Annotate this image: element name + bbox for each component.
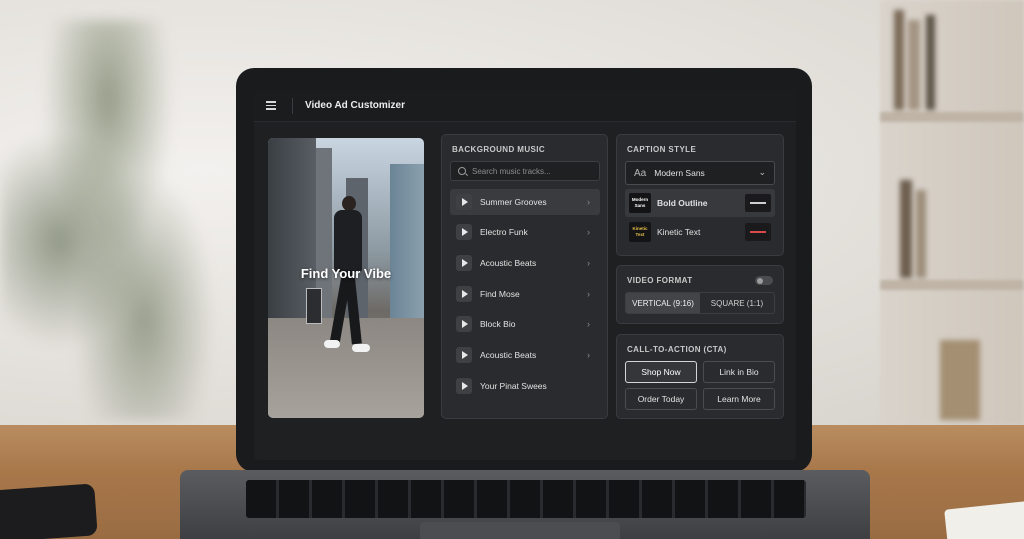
- track-label: Find Mose: [480, 289, 520, 299]
- caption-preview-swatch: [745, 194, 771, 212]
- video-preview[interactable]: Find Your Vibe: [268, 138, 424, 418]
- play-icon[interactable]: [456, 286, 472, 302]
- font-icon: Aa: [634, 167, 647, 179]
- caption-option-label: Bold Outline: [657, 198, 708, 208]
- track-label: Acoustic Beats: [480, 258, 537, 268]
- search-placeholder: Search music tracks...: [472, 166, 551, 176]
- cta-panel: CALL-TO-ACTION (CTA) Shop Now Link in Bi…: [616, 334, 784, 419]
- format-section-title: VIDEO FORMAT: [627, 276, 693, 285]
- caption-section-title: CAPTION STYLE: [627, 145, 697, 154]
- music-track-item[interactable]: Your Pinat Swees: [450, 373, 600, 399]
- caption-font-dropdown[interactable]: Aa Modern Sans ⌄: [625, 161, 775, 185]
- chevron-right-icon: ›: [587, 289, 590, 299]
- format-option-square[interactable]: SQUARE (1:1): [700, 293, 774, 313]
- cta-shop-now-button[interactable]: Shop Now: [625, 361, 697, 383]
- play-icon[interactable]: [456, 194, 472, 210]
- music-track-item[interactable]: Block Bio ›: [450, 311, 600, 337]
- play-icon[interactable]: [456, 255, 472, 271]
- building-right: [390, 164, 424, 324]
- chevron-right-icon: ›: [587, 227, 590, 237]
- cta-learn-more-button[interactable]: Learn More: [703, 388, 775, 410]
- background-bookshelf: [880, 0, 1024, 425]
- play-icon[interactable]: [456, 378, 472, 394]
- cta-section-title: CALL-TO-ACTION (CTA): [627, 345, 727, 354]
- music-section-title: BACKGROUND MUSIC: [452, 145, 546, 154]
- play-icon[interactable]: [456, 347, 472, 363]
- phone-on-desk: [0, 483, 98, 539]
- track-label: Your Pinat Swees: [480, 381, 547, 391]
- track-label: Acoustic Beats: [480, 350, 537, 360]
- hamburger-menu-icon[interactable]: [266, 101, 278, 110]
- caption-thumbnail: Kinetic Text: [629, 222, 651, 242]
- music-search-input[interactable]: Search music tracks...: [450, 161, 600, 181]
- music-track-item[interactable]: Electro Funk ›: [450, 219, 600, 245]
- format-segmented-control: VERTICAL (9:16) SQUARE (1:1): [625, 292, 775, 314]
- music-track-item[interactable]: Acoustic Beats ›: [450, 342, 600, 368]
- app-header: Video Ad Customizer: [254, 90, 796, 122]
- play-icon[interactable]: [456, 224, 472, 240]
- app-window: Video Ad Customizer Find Your Vibe BACKG…: [254, 90, 796, 460]
- walking-person: [324, 196, 370, 366]
- chevron-right-icon: ›: [587, 197, 590, 207]
- chevron-right-icon: ›: [587, 258, 590, 268]
- format-toggle[interactable]: [755, 276, 773, 285]
- track-label: Block Bio: [480, 319, 516, 329]
- selected-font-label: Modern Sans: [654, 168, 705, 178]
- music-track-item[interactable]: Acoustic Beats ›: [450, 250, 600, 276]
- video-format-panel: VIDEO FORMAT VERTICAL (9:16) SQUARE (1:1…: [616, 265, 784, 324]
- sign-board: [306, 288, 322, 324]
- header-divider: [292, 97, 293, 114]
- app-title: Video Ad Customizer: [305, 100, 406, 111]
- cta-link-in-bio-button[interactable]: Link in Bio: [703, 361, 775, 383]
- cta-order-today-button[interactable]: Order Today: [625, 388, 697, 410]
- video-overlay-text: Find Your Vibe: [300, 266, 392, 281]
- caption-thumbnail: Modern Sans: [629, 193, 651, 213]
- chevron-right-icon: ›: [587, 350, 590, 360]
- background-music-panel: BACKGROUND MUSIC Search music tracks... …: [441, 134, 608, 419]
- caption-option-label: Kinetic Text: [657, 227, 701, 237]
- music-track-item[interactable]: Find Mose ›: [450, 281, 600, 307]
- track-label: Summer Grooves: [480, 197, 547, 207]
- background-plant: [0, 20, 240, 420]
- play-icon[interactable]: [456, 316, 472, 332]
- track-label: Electro Funk: [480, 227, 528, 237]
- chevron-right-icon: ›: [587, 319, 590, 329]
- caption-style-panel: CAPTION STYLE Aa Modern Sans ⌄ Modern Sa…: [616, 134, 784, 256]
- caption-preview-swatch: [745, 223, 771, 241]
- chevron-down-icon: ⌄: [758, 167, 766, 177]
- laptop-keyboard: [246, 480, 806, 518]
- caption-option-kinetic-text[interactable]: Kinetic Text Kinetic Text: [625, 218, 775, 246]
- music-track-item[interactable]: Summer Grooves ›: [450, 189, 600, 215]
- laptop-trackpad: [420, 522, 620, 539]
- caption-option-bold-outline[interactable]: Modern Sans Bold Outline: [625, 189, 775, 217]
- search-icon: [458, 167, 466, 175]
- format-option-vertical[interactable]: VERTICAL (9:16): [626, 293, 700, 313]
